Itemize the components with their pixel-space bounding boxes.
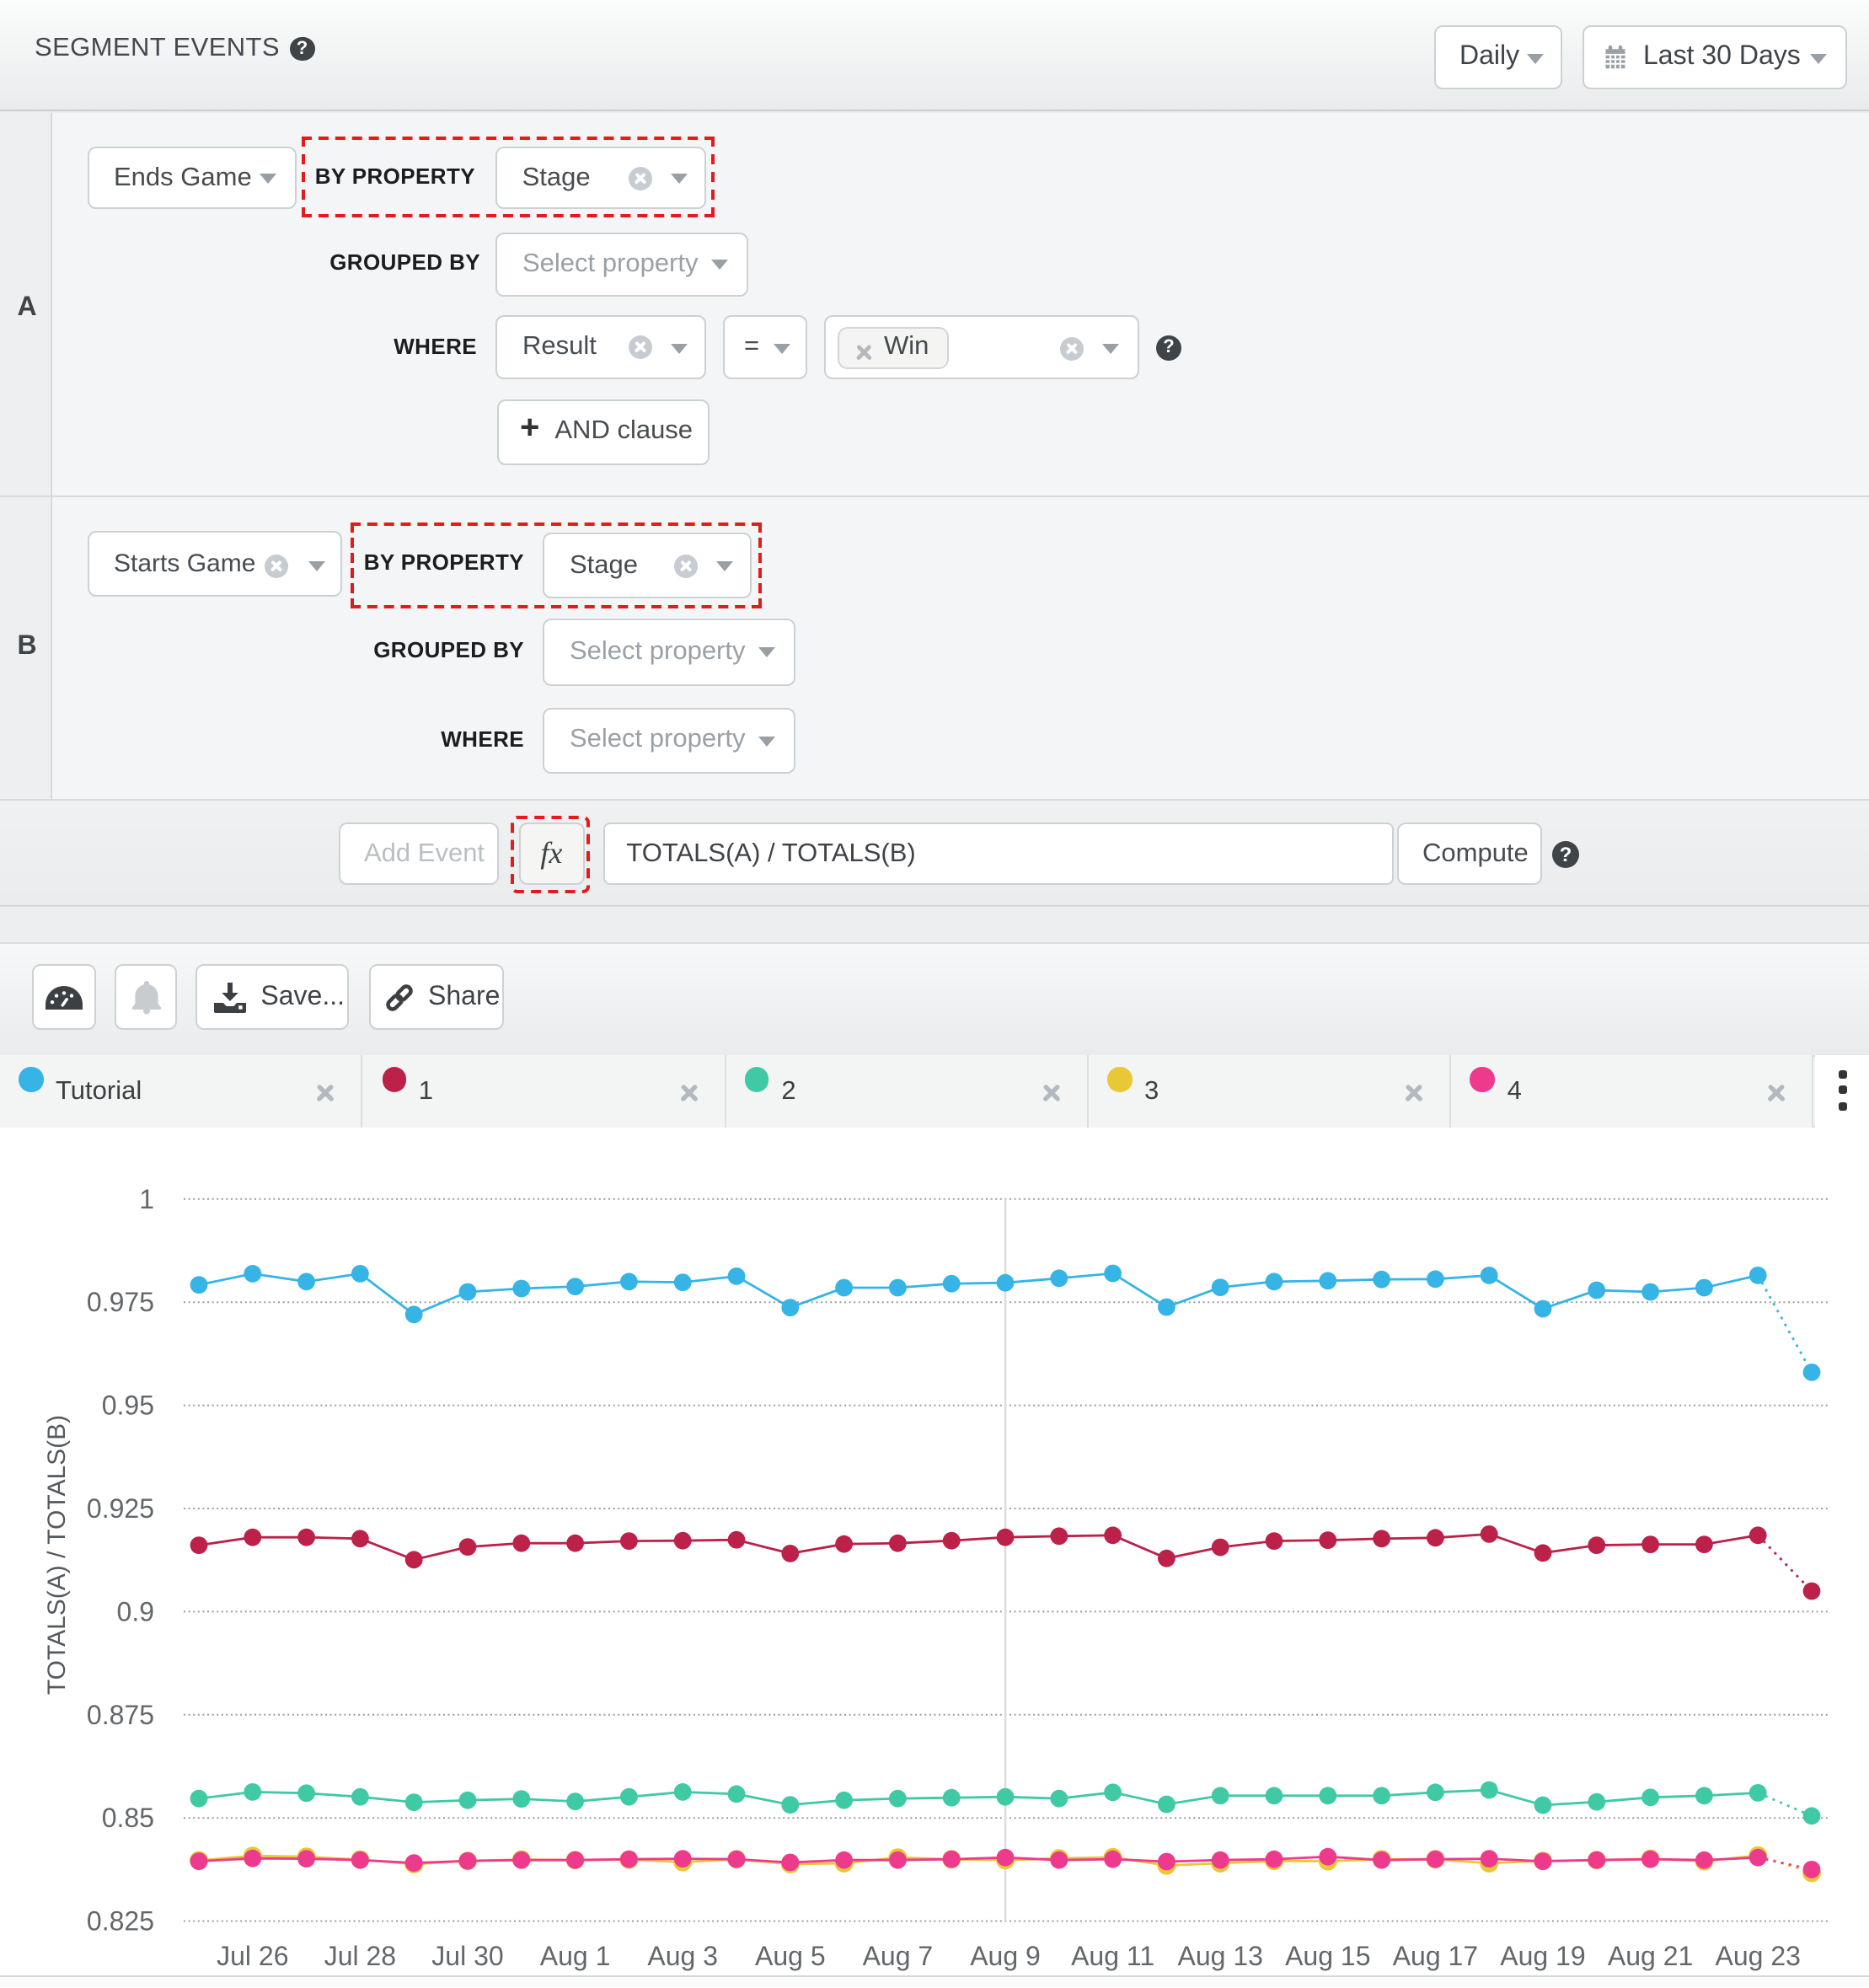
svg-text:Aug 9: Aug 9 bbox=[970, 1940, 1041, 1970]
svg-text:0.9: 0.9 bbox=[117, 1595, 154, 1626]
svg-text:Aug 19: Aug 19 bbox=[1500, 1940, 1585, 1970]
svg-text:Aug 13: Aug 13 bbox=[1177, 1940, 1262, 1970]
svg-text:Jul 26: Jul 26 bbox=[217, 1940, 288, 1970]
svg-text:Aug 11: Aug 11 bbox=[1071, 1940, 1154, 1970]
svg-text:0.925: 0.925 bbox=[87, 1492, 154, 1523]
svg-text:Aug 1: Aug 1 bbox=[540, 1940, 611, 1970]
svg-text:0.95: 0.95 bbox=[102, 1390, 154, 1420]
svg-text:Jul 28: Jul 28 bbox=[324, 1940, 396, 1970]
svg-text:Aug 21: Aug 21 bbox=[1608, 1940, 1693, 1970]
svg-text:0.825: 0.825 bbox=[87, 1905, 154, 1936]
svg-text:Jul 30: Jul 30 bbox=[431, 1940, 503, 1970]
svg-text:0.875: 0.875 bbox=[87, 1699, 154, 1729]
svg-text:Aug 3: Aug 3 bbox=[647, 1940, 718, 1970]
svg-text:Aug 5: Aug 5 bbox=[755, 1940, 826, 1970]
svg-text:TOTALS(A) / TOTALS(B): TOTALS(A) / TOTALS(B) bbox=[43, 1414, 71, 1694]
svg-text:Aug 15: Aug 15 bbox=[1285, 1940, 1370, 1970]
svg-text:0.85: 0.85 bbox=[102, 1802, 154, 1832]
svg-text:Aug 17: Aug 17 bbox=[1393, 1940, 1478, 1970]
svg-text:Aug 23: Aug 23 bbox=[1715, 1940, 1800, 1970]
svg-text:Aug 7: Aug 7 bbox=[863, 1940, 934, 1970]
svg-text:0.975: 0.975 bbox=[87, 1286, 154, 1316]
svg-text:1: 1 bbox=[139, 1183, 154, 1214]
